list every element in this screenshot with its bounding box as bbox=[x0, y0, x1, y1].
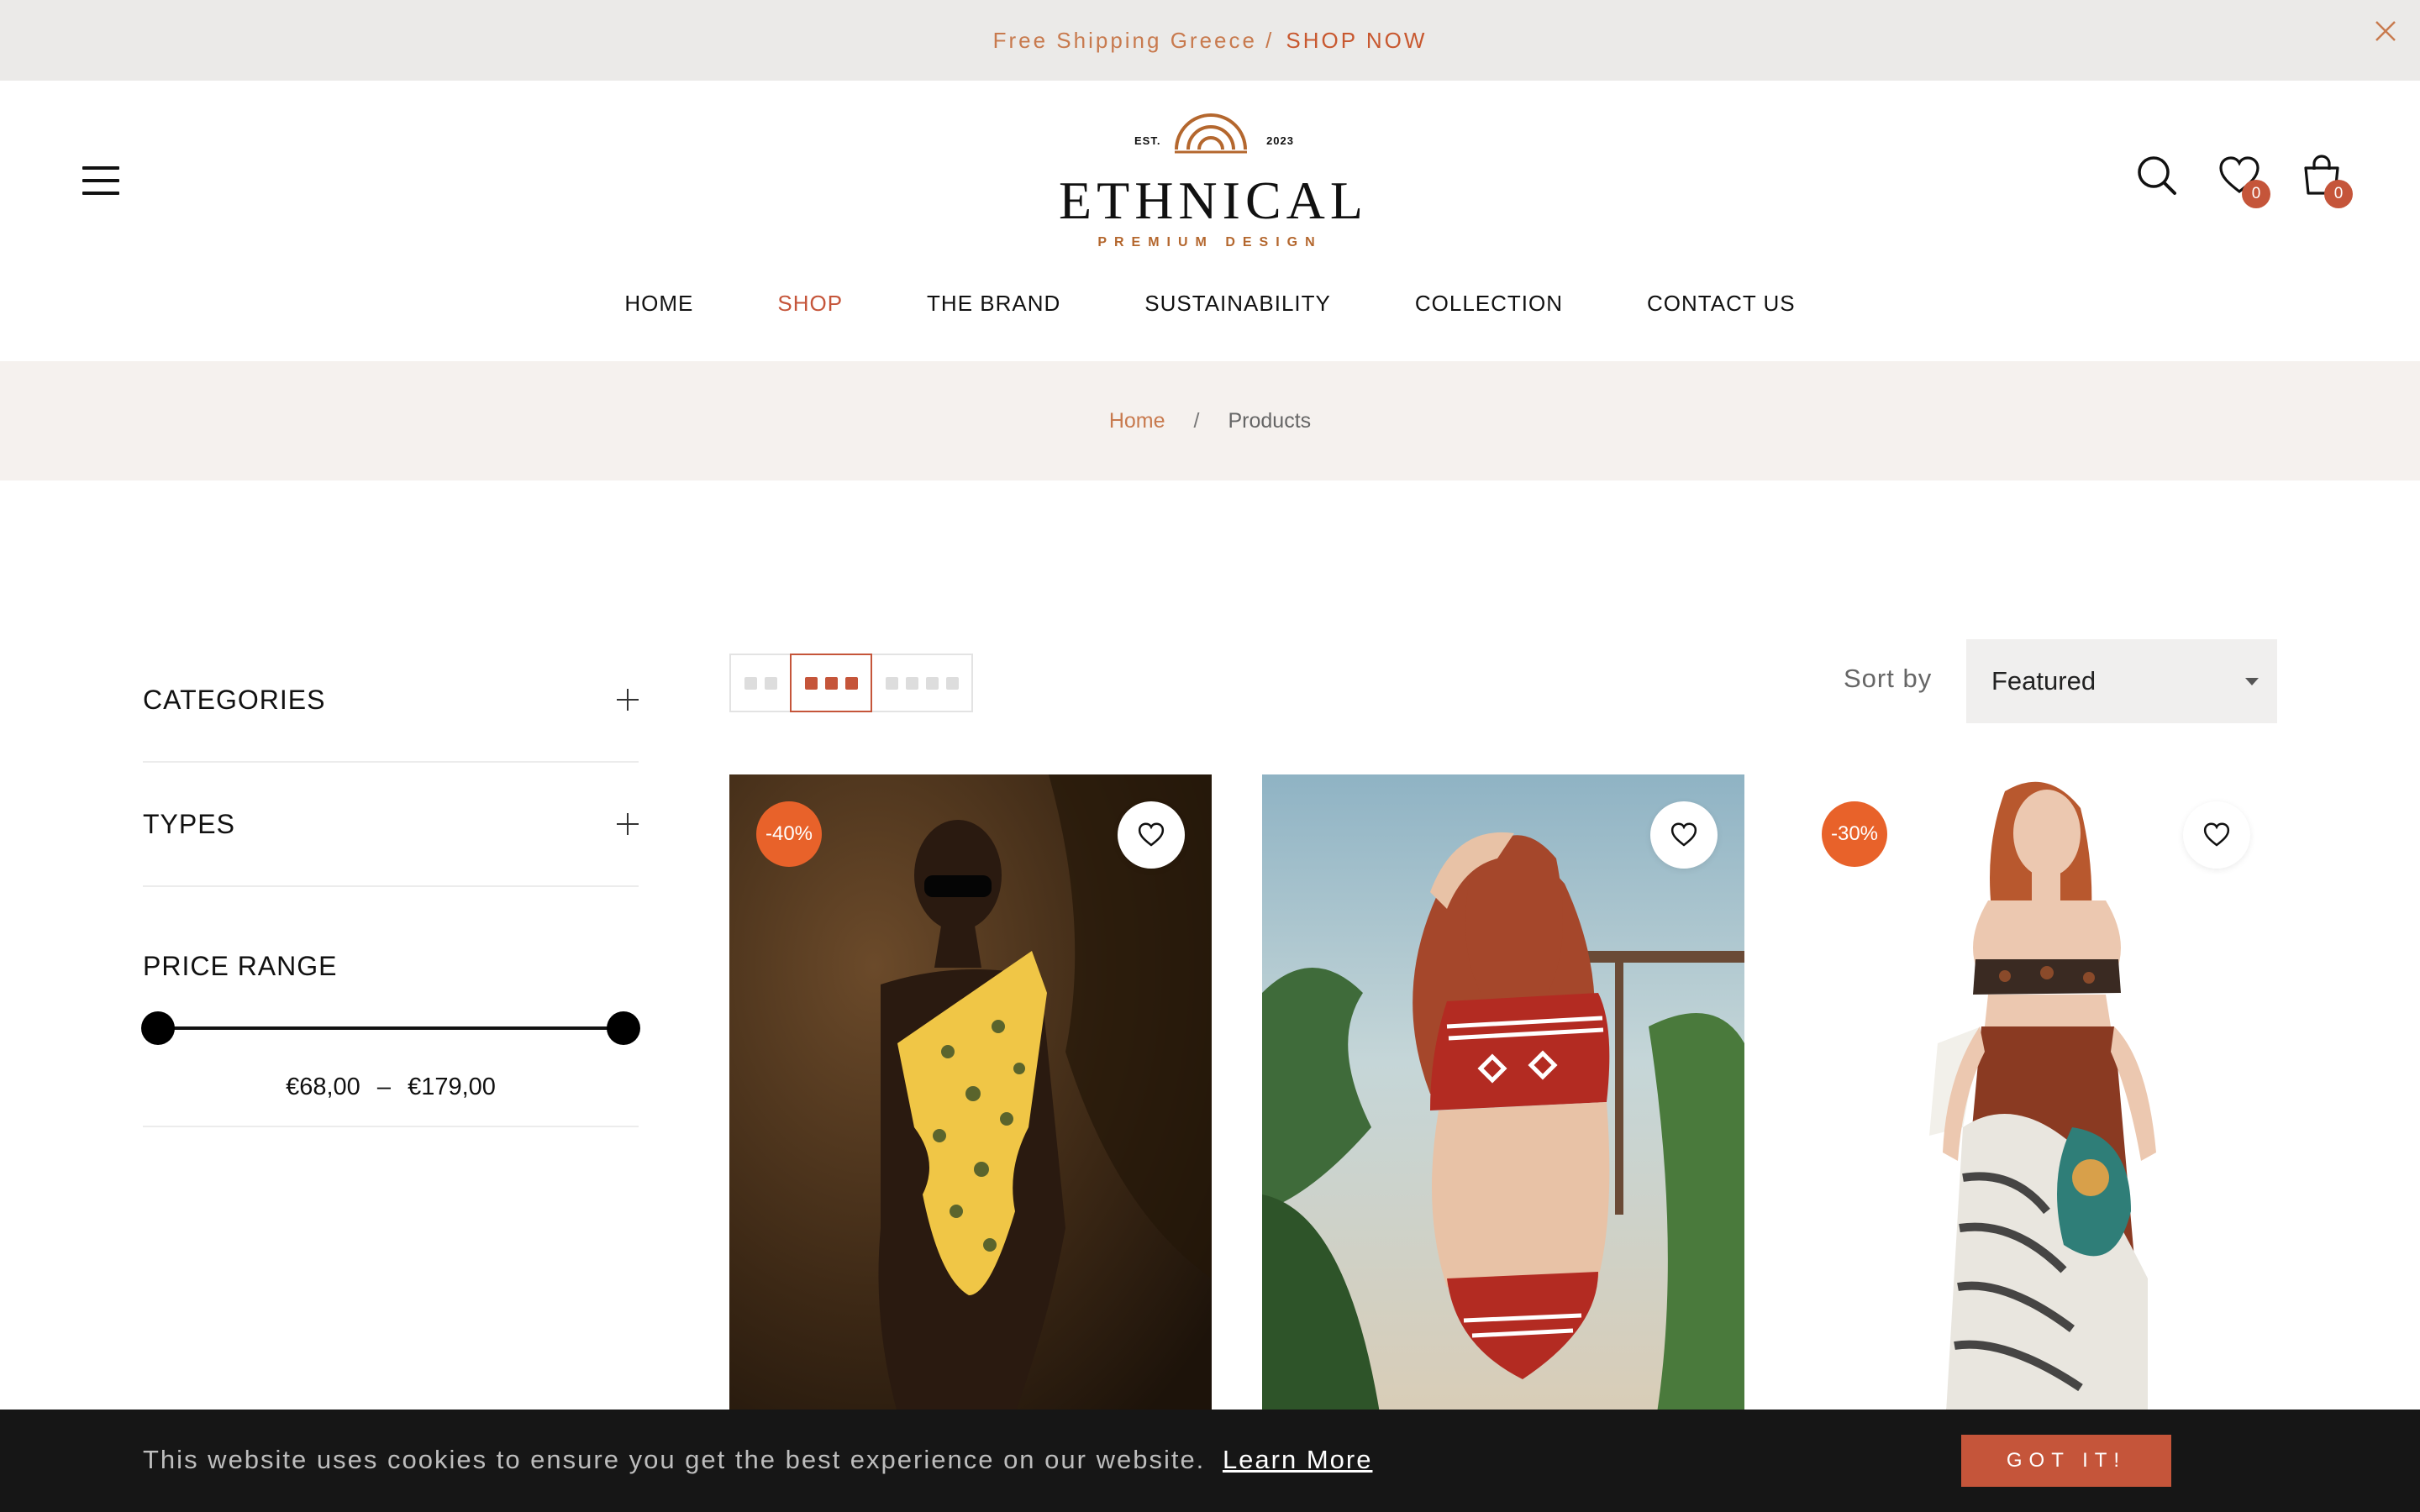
grid-dot bbox=[744, 676, 757, 690]
price-max-handle[interactable] bbox=[607, 1011, 640, 1045]
price-range-title: PRICE RANGE bbox=[143, 951, 338, 981]
menu-icon-bar bbox=[82, 192, 119, 195]
announcement-bar: Free Shipping Greece / SHOP NOW bbox=[0, 0, 2420, 81]
product-image bbox=[1795, 774, 2277, 1413]
add-to-wishlist-button[interactable] bbox=[2183, 801, 2250, 869]
announcement-text: Free Shipping Greece / bbox=[992, 27, 1275, 53]
breadcrumb-current: Products bbox=[1228, 408, 1312, 433]
price-max-value: €179,00 bbox=[408, 1074, 496, 1100]
price-min-handle[interactable] bbox=[141, 1011, 175, 1045]
cookie-consent-bar: This website uses cookies to ensure you … bbox=[0, 1410, 2420, 1512]
learn-more-link[interactable]: Learn More bbox=[1223, 1445, 1373, 1474]
cookie-message: This website uses cookies to ensure you … bbox=[143, 1445, 1372, 1475]
main-navigation: HOME SHOP THE BRAND SUSTAINABILITY COLLE… bbox=[0, 291, 2420, 317]
cookie-text: This website uses cookies to ensure you … bbox=[143, 1445, 1206, 1474]
brand-logo[interactable]: EST. 2023 ETHNICAL PREMIUM DESIGN bbox=[1059, 104, 1368, 255]
heart-icon bbox=[2203, 822, 2230, 847]
breadcrumb-home-link[interactable]: Home bbox=[1109, 409, 1165, 433]
product-card[interactable]: -30% bbox=[1795, 774, 2277, 1413]
categories-filter[interactable]: CATEGORIES bbox=[143, 638, 639, 763]
layout-2-columns-button[interactable] bbox=[731, 655, 790, 711]
nav-sustainability[interactable]: SUSTAINABILITY bbox=[1144, 291, 1331, 317]
price-dash: – bbox=[376, 1074, 391, 1100]
announcement-message: Free Shipping Greece / SHOP NOW bbox=[993, 28, 1428, 54]
price-range-values: €68,00 – €179,00 bbox=[143, 1074, 639, 1101]
price-slider-track[interactable] bbox=[156, 1026, 625, 1030]
discount-badge: -30% bbox=[1822, 801, 1887, 867]
sun-arch-icon bbox=[1175, 113, 1247, 154]
search-button[interactable] bbox=[2134, 153, 2180, 198]
heart-icon bbox=[1138, 822, 1165, 847]
accept-cookies-button[interactable]: GOT IT! bbox=[1961, 1435, 2171, 1487]
product-card[interactable] bbox=[1262, 774, 1744, 1413]
types-filter[interactable]: TYPES bbox=[143, 763, 639, 887]
menu-button[interactable] bbox=[82, 166, 119, 197]
types-title: TYPES bbox=[143, 808, 235, 839]
discount-badge: -40% bbox=[756, 801, 822, 867]
grid-dot bbox=[804, 676, 818, 690]
chevron-down-icon bbox=[2245, 678, 2259, 685]
nav-the-brand[interactable]: THE BRAND bbox=[927, 291, 1060, 317]
grid-dot bbox=[764, 676, 777, 690]
price-range-filter: PRICE RANGE €68,00 – €179,00 bbox=[141, 887, 640, 1127]
product-card[interactable]: -40% bbox=[729, 774, 1212, 1413]
site-header: EST. 2023 ETHNICAL PREMIUM DESIGN 0 0 HO… bbox=[0, 81, 2420, 361]
nav-collection[interactable]: COLLECTION bbox=[1415, 291, 1563, 317]
nav-contact-us[interactable]: CONTACT US bbox=[1647, 291, 1796, 317]
menu-icon-bar bbox=[82, 179, 119, 182]
categories-title: CATEGORIES bbox=[143, 684, 326, 715]
grid-dot bbox=[844, 676, 858, 690]
wishlist-button[interactable]: 0 bbox=[2217, 153, 2270, 208]
breadcrumb-separator: / bbox=[1193, 408, 1200, 433]
sort-select[interactable]: Featured bbox=[1966, 639, 2277, 723]
product-image bbox=[1262, 774, 1744, 1413]
sort-selected-value: Featured bbox=[1991, 666, 2096, 696]
wishlist-count-badge: 0 bbox=[2242, 180, 2270, 208]
sort-by-label: Sort by bbox=[1844, 664, 1933, 693]
grid-dot bbox=[925, 676, 939, 690]
cart-button[interactable]: 0 bbox=[2299, 153, 2353, 208]
grid-layout-switcher bbox=[729, 654, 973, 712]
grid-dot bbox=[945, 676, 959, 690]
grid-dot bbox=[885, 676, 898, 690]
logo-tagline: PREMIUM DESIGN bbox=[1097, 235, 1323, 249]
layout-3-columns-button[interactable] bbox=[790, 654, 872, 712]
cart-count-badge: 0 bbox=[2324, 180, 2353, 208]
add-to-wishlist-button[interactable] bbox=[1118, 801, 1185, 869]
plus-icon[interactable] bbox=[617, 813, 639, 835]
nav-home[interactable]: HOME bbox=[624, 291, 693, 317]
heart-icon bbox=[1670, 822, 1697, 847]
logo-wordmark: ETHNICAL bbox=[1059, 171, 1368, 230]
menu-icon-bar bbox=[82, 166, 119, 170]
search-icon bbox=[2138, 156, 2176, 195]
nav-shop[interactable]: SHOP bbox=[777, 291, 843, 317]
shop-now-link[interactable]: SHOP NOW bbox=[1286, 28, 1427, 54]
close-announcement-button[interactable] bbox=[2370, 15, 2402, 47]
logo-est: EST. bbox=[1134, 134, 1161, 147]
add-to-wishlist-button[interactable] bbox=[1650, 801, 1718, 869]
grid-dot bbox=[905, 676, 918, 690]
price-min-value: €68,00 bbox=[286, 1074, 360, 1100]
close-icon bbox=[2375, 21, 2396, 41]
product-image bbox=[729, 774, 1212, 1413]
plus-icon[interactable] bbox=[617, 689, 639, 711]
breadcrumb: Home / Products bbox=[0, 361, 2420, 480]
filter-sidebar: CATEGORIES TYPES PRICE RANGE €68,00 – €1… bbox=[141, 638, 640, 1127]
header-actions: 0 0 bbox=[2134, 153, 2353, 208]
layout-4-columns-button[interactable] bbox=[872, 655, 971, 711]
grid-dot bbox=[824, 676, 838, 690]
logo-year: 2023 bbox=[1266, 134, 1294, 147]
